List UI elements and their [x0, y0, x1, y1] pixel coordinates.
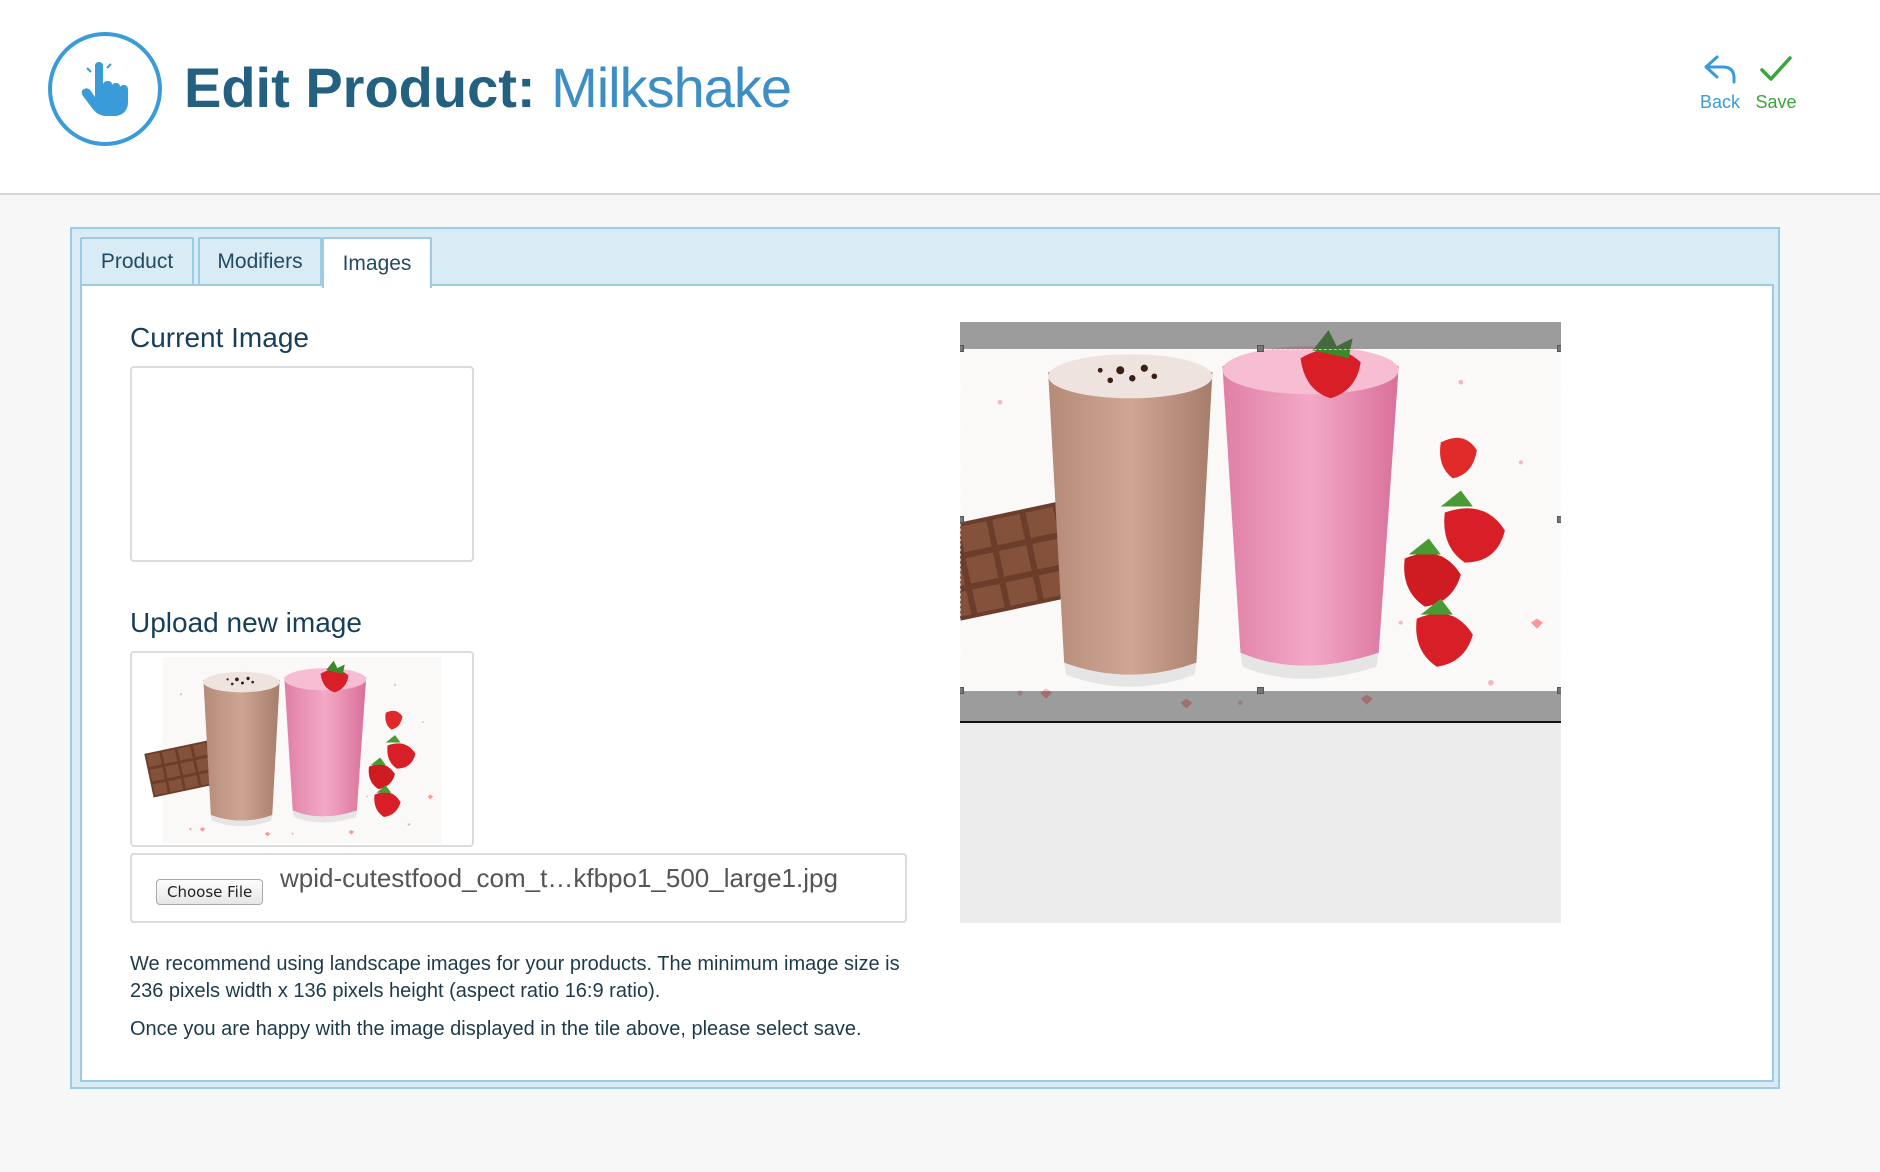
checkmark-icon	[1760, 56, 1792, 81]
crop-handle-e[interactable]	[1557, 516, 1561, 523]
back-label: Back	[1699, 92, 1741, 112]
tab-product[interactable]: Product	[80, 237, 194, 285]
crop-selection[interactable]	[960, 349, 1561, 691]
page-header: Edit Product: Milkshake Back Save	[0, 0, 1880, 195]
edit-panel: Product Modifiers Images Current Image U…	[70, 227, 1780, 1089]
image-size-note: We recommend using landscape images for …	[130, 953, 900, 1002]
current-image-box	[130, 366, 474, 562]
save-button[interactable]: Save	[1744, 54, 1808, 113]
image-cropper[interactable]	[960, 322, 1561, 923]
milkshake-preview-image	[144, 657, 442, 843]
crop-handle-n[interactable]	[1257, 345, 1264, 352]
save-label: Save	[1755, 92, 1797, 112]
crop-handle-nw[interactable]	[960, 345, 964, 352]
crop-handle-s[interactable]	[1257, 687, 1264, 694]
page-title: Edit Product: Milkshake	[184, 52, 792, 124]
crop-handle-ne[interactable]	[1557, 345, 1561, 352]
tab-images[interactable]: Images	[322, 237, 432, 288]
file-upload-field: Choose File wpid-cutestfood_com_t…kfbpo1…	[130, 853, 907, 923]
page-title-prefix: Edit Product:	[184, 56, 536, 119]
back-button[interactable]: Back	[1688, 54, 1752, 113]
reply-arrow-icon	[1704, 55, 1736, 84]
hand-pointer-icon	[48, 32, 162, 146]
selected-file-name: wpid-cutestfood_com_t…kfbpo1_500_large1.…	[280, 863, 838, 893]
crop-handle-se[interactable]	[1557, 687, 1561, 694]
tab-modifiers[interactable]: Modifiers	[198, 237, 322, 285]
crop-mask-bottom	[960, 691, 1561, 723]
crop-handle-sw[interactable]	[960, 687, 964, 694]
images-tab-content: Current Image Upload new image Choose Fi…	[80, 284, 1774, 1082]
upload-preview	[130, 651, 474, 847]
product-name: Milkshake	[551, 56, 792, 119]
current-image-heading: Current Image	[130, 322, 309, 353]
choose-file-button[interactable]: Choose File	[156, 879, 264, 905]
save-instruction-note: Once you are happy with the image displa…	[130, 1018, 862, 1040]
crop-handle-w[interactable]	[960, 516, 964, 523]
upload-image-heading: Upload new image	[130, 607, 362, 638]
